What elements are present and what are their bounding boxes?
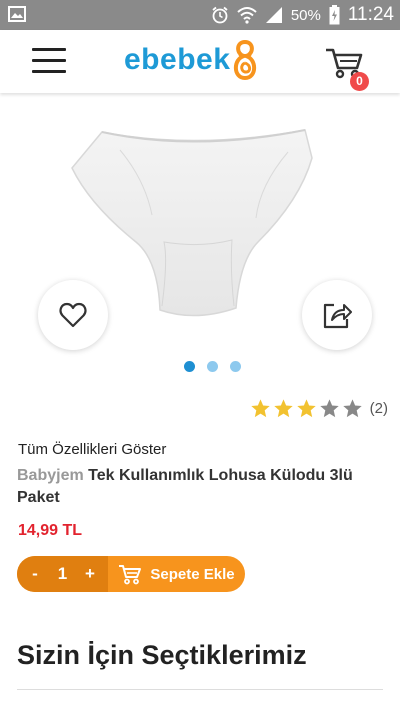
star-icon: [250, 399, 270, 418]
alarm-icon: [212, 6, 228, 24]
heart-icon: [59, 302, 87, 328]
gallery-dot[interactable]: [184, 361, 195, 372]
product-price: 14,99 TL: [18, 522, 83, 539]
gallery-dot[interactable]: [207, 361, 218, 372]
cart-count-badge: 0: [350, 72, 369, 91]
menu-button[interactable]: [32, 48, 66, 74]
star-icon: [342, 399, 362, 418]
quantity-value: 1: [57, 564, 68, 583]
status-bar: 50% 11:24: [0, 0, 400, 30]
star-icon: [296, 399, 316, 418]
decrease-quantity-button[interactable]: -: [27, 564, 43, 584]
product-brand[interactable]: Babyjem: [17, 467, 84, 484]
status-icons: 50% 11:24: [211, 3, 394, 27]
logo-text: ebebek: [124, 43, 231, 76]
menu-icon-line: [32, 59, 66, 62]
clock: 11:24: [347, 4, 394, 25]
recommendations-title: Sizin İçin Seçtiklerimiz: [17, 640, 307, 670]
add-to-cart-label: Sepete Ekle: [150, 565, 235, 583]
gallery-pagination: [184, 361, 241, 372]
gallery-dot[interactable]: [230, 361, 241, 372]
share-button[interactable]: [302, 280, 372, 350]
rating-count: (2): [369, 400, 388, 417]
cart-icon: [119, 565, 142, 585]
product-image: [71, 129, 313, 317]
rating-stars: [250, 398, 363, 419]
star-icon: [319, 399, 339, 418]
battery-icon: [329, 5, 340, 25]
increase-quantity-button[interactable]: +: [82, 564, 98, 584]
rating[interactable]: (2): [250, 398, 388, 419]
wifi-icon: [237, 7, 257, 24]
divider: [17, 689, 383, 690]
menu-icon-line: [32, 48, 66, 51]
star-icon: [273, 399, 293, 418]
logo-mark-icon: [234, 39, 257, 81]
battery-percent: 50%: [290, 6, 321, 24]
product-gallery[interactable]: [0, 95, 400, 385]
app-header: ebebek 0: [0, 30, 400, 93]
show-all-features-link[interactable]: Tüm Özellikleri Göster: [18, 441, 166, 458]
quantity-stepper: - 1 +: [17, 556, 108, 592]
add-to-cart-button[interactable]: Sepete Ekle: [108, 556, 245, 592]
logo[interactable]: ebebek: [124, 38, 260, 82]
share-icon: [323, 303, 352, 329]
menu-icon-line: [32, 70, 66, 73]
favorite-button[interactable]: [38, 280, 108, 350]
add-to-cart-bar: - 1 + Sepete Ekle: [17, 556, 245, 592]
gallery-notification-icon: [8, 6, 26, 22]
signal-icon: [265, 7, 282, 23]
product-title: Babyjem Tek Kullanımlık Lohusa Külodu 3l…: [17, 465, 387, 509]
